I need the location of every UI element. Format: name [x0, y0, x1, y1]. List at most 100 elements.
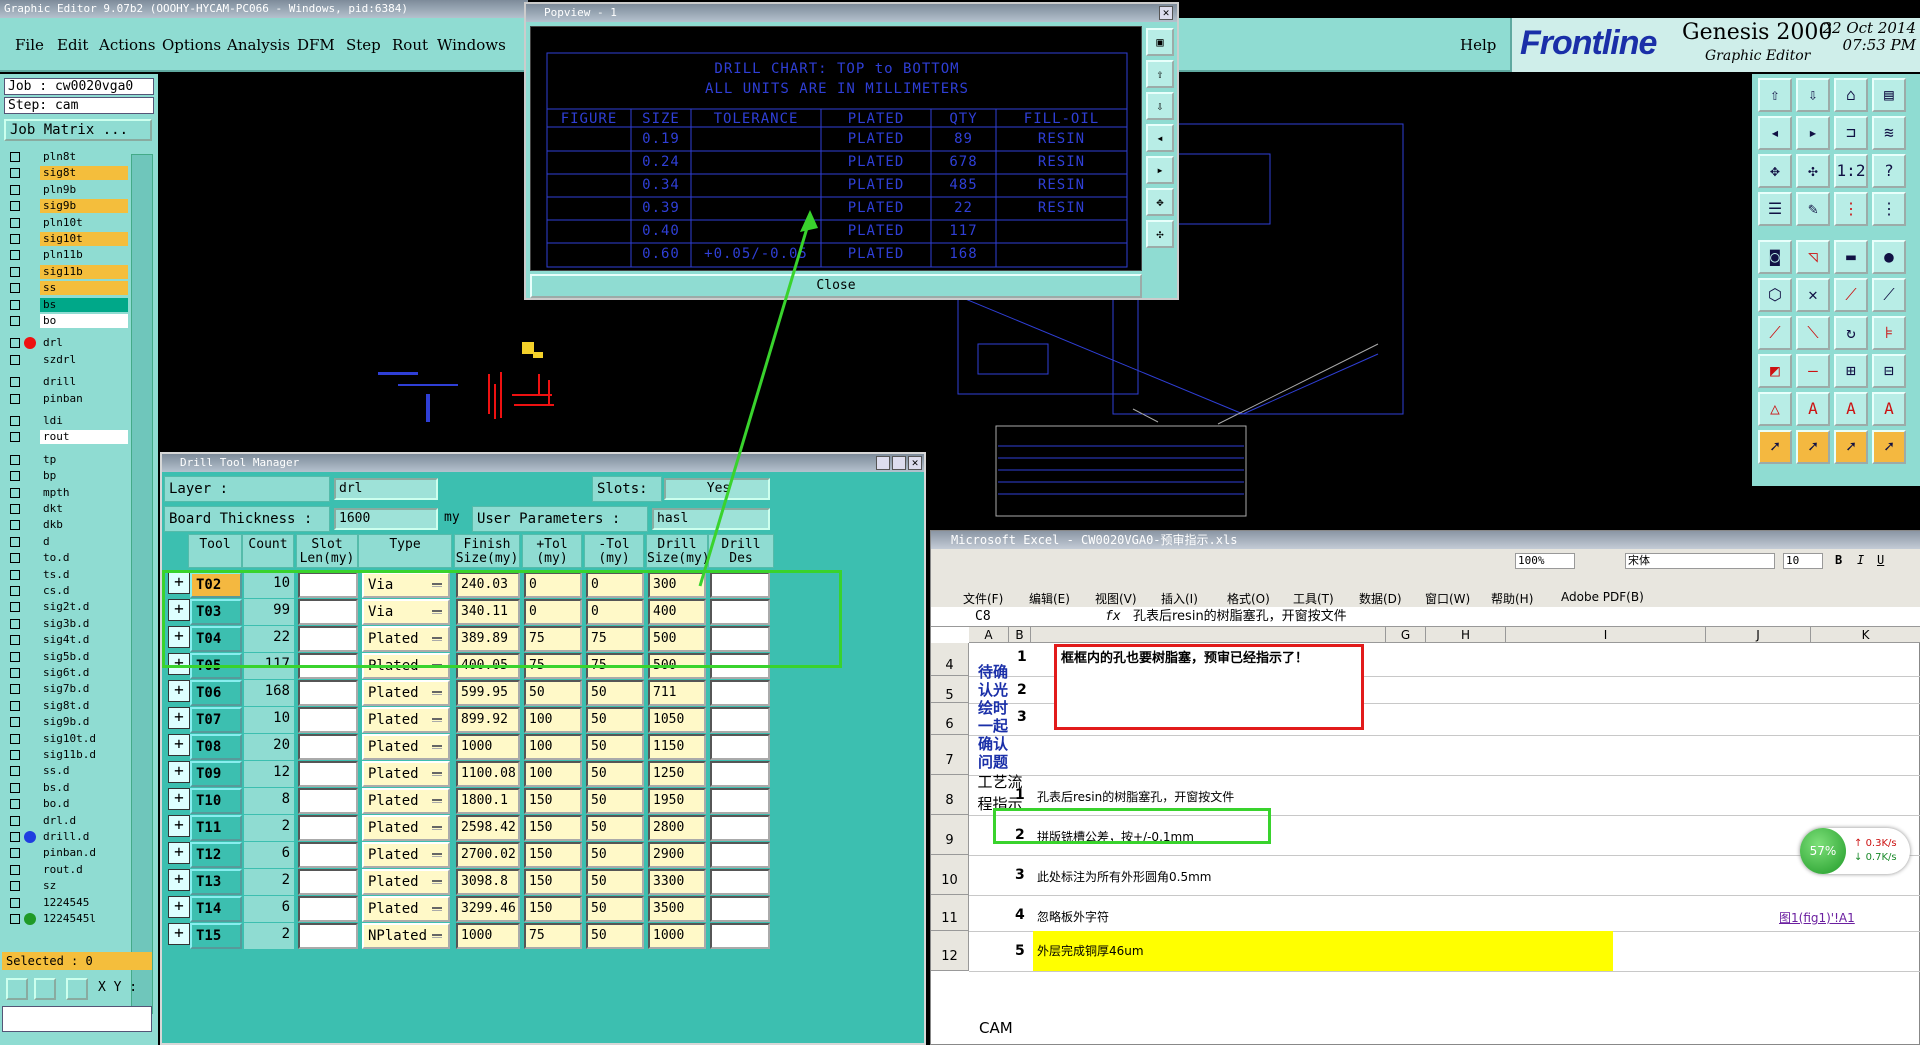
layer-row-d[interactable]: d [6, 534, 128, 549]
layer-row-bo[interactable]: bo [6, 314, 128, 328]
expand-button[interactable]: + [168, 923, 190, 945]
layer-checkbox[interactable] [10, 569, 20, 580]
excel-menu-file[interactable]: 文件(F) [963, 590, 1003, 607]
layer-row-ss[interactable]: ss [6, 281, 128, 296]
type-select[interactable]: Plated [362, 842, 450, 868]
slot-length-input[interactable] [298, 707, 358, 733]
pointer-icon[interactable]: ➚ [1758, 430, 1792, 464]
excel-menu-pdf[interactable]: Adobe PDF(B) [1561, 590, 1644, 604]
excel-menu-insert[interactable]: 插入(I) [1161, 590, 1198, 607]
edit-poly-icon[interactable]: ◹ [1796, 240, 1830, 274]
row-header[interactable]: 7 [931, 735, 969, 775]
layer-row-drill[interactable]: drill [6, 375, 128, 390]
layer-checkbox[interactable] [10, 250, 20, 261]
layer-row-sig7b-d[interactable]: sig7b.d [6, 682, 128, 697]
align-icon[interactable]: ⋮ [1834, 192, 1868, 226]
exit-icon[interactable]: ▤ [1872, 78, 1906, 112]
drill-size-input[interactable]: 1950 [648, 788, 706, 814]
drill-des-input[interactable] [710, 734, 770, 760]
expand-button[interactable]: + [168, 869, 190, 891]
layer-row-pln11b[interactable]: pln11b [6, 248, 128, 263]
finish-size-input[interactable]: 1000 [456, 734, 520, 760]
column-header[interactable]: Finish Size(my) [454, 534, 520, 568]
instruction-text[interactable]: 此处标注为所有外形圆角0.5mm [1037, 868, 1211, 885]
excel-menu-format[interactable]: 格式(O) [1227, 590, 1270, 607]
slot-length-input[interactable] [298, 680, 358, 706]
type-select[interactable]: Plated [362, 734, 450, 760]
tool-name[interactable]: T11 [190, 815, 242, 841]
layer-row-sig6t-d[interactable]: sig6t.d [6, 666, 128, 680]
minus-tol-input[interactable]: 50 [586, 842, 644, 868]
menu-edit[interactable]: Edit [57, 36, 88, 54]
layer-row-to-d[interactable]: to.d [6, 551, 128, 566]
column-header[interactable]: -Tol (my) [584, 534, 644, 568]
layer-checkbox[interactable] [10, 201, 20, 212]
layer-checkbox[interactable] [10, 520, 20, 531]
user-parameters-input[interactable]: hasl [652, 508, 770, 530]
formula-bar[interactable]: C8 fx 孔表后resin的树脂塞孔，开窗按文件 [931, 607, 1920, 627]
line-icon[interactable]: ▬ [1834, 240, 1868, 274]
layer-row-pinban[interactable]: pinban [6, 391, 128, 406]
col-b[interactable]: B [1009, 627, 1031, 643]
text-a2-icon[interactable]: A [1834, 392, 1868, 426]
slot-length-input[interactable] [298, 734, 358, 760]
row-header[interactable]: 12 [931, 931, 969, 971]
font-select[interactable]: 宋体 [1625, 553, 1775, 569]
italic-button[interactable]: I [1857, 553, 1864, 567]
layer-row-sig9b-d[interactable]: sig9b.d [6, 715, 128, 730]
layer-checkbox[interactable] [10, 782, 20, 793]
type-select[interactable]: Plated [362, 707, 450, 733]
drill-des-input[interactable] [710, 707, 770, 733]
minus-icon[interactable]: — [1796, 354, 1830, 388]
help-icon[interactable]: ? [1872, 154, 1906, 188]
excel-menu-tools[interactable]: 工具(T) [1293, 590, 1334, 607]
layer-row-sz[interactable]: sz [6, 879, 128, 894]
drill-des-input[interactable] [710, 815, 770, 841]
node2-icon[interactable]: ⟋ [1872, 278, 1906, 312]
col-j[interactable]: J [1706, 627, 1811, 643]
bold-button[interactable]: B [1835, 553, 1842, 567]
layer-checkbox[interactable] [10, 299, 20, 310]
layer-row-ts-d[interactable]: ts.d [6, 567, 128, 582]
layer-row-bs-d[interactable]: bs.d [6, 780, 128, 795]
layer-row-bp[interactable]: bp [6, 469, 128, 484]
excel-menu-data[interactable]: 数据(D) [1359, 590, 1402, 607]
camera-icon[interactable]: ◙ [1758, 240, 1792, 274]
layer-row-drill-d[interactable]: drill.d [6, 830, 128, 844]
minus-tol-input[interactable]: 50 [586, 869, 644, 895]
column-header[interactable]: +Tol (my) [522, 534, 582, 568]
layer-checkbox[interactable] [10, 832, 20, 842]
layer-row-rout[interactable]: rout [6, 430, 128, 445]
minus-tol-input[interactable]: 50 [586, 680, 644, 706]
pointer4-icon[interactable]: ➚ [1872, 430, 1906, 464]
pen-icon[interactable]: ✎ [1796, 192, 1830, 226]
triangle-icon[interactable]: △ [1758, 392, 1792, 426]
col-c[interactable] [1031, 627, 1386, 643]
diag-icon[interactable]: ⟍ [1796, 316, 1830, 350]
row-header[interactable]: 9 [931, 815, 969, 855]
minus-tol-input[interactable]: 50 [586, 815, 644, 841]
minus-tol-input[interactable]: 50 [586, 896, 644, 922]
finish-size-input[interactable]: 599.95 [456, 680, 520, 706]
plus-tol-input[interactable]: 100 [524, 707, 582, 733]
pointer2-icon[interactable]: ➚ [1796, 430, 1830, 464]
menu-analysis[interactable]: Analysis [227, 36, 290, 54]
layer-row-sig10t[interactable]: sig10t [6, 232, 128, 246]
finish-size-input[interactable]: 2700.02 [456, 842, 520, 868]
pv-down-icon[interactable]: ⇩ [1146, 92, 1174, 120]
tool-name[interactable]: T10 [190, 788, 242, 814]
col-g[interactable]: G [1386, 627, 1426, 643]
col-h[interactable]: H [1426, 627, 1506, 643]
type-select[interactable]: Plated [362, 761, 450, 787]
layer-checkbox[interactable] [10, 815, 20, 826]
row-header[interactable]: 6 [931, 703, 969, 735]
layer-row-bo-d[interactable]: bo.d [6, 797, 128, 812]
slot-length-input[interactable] [298, 788, 358, 814]
layer-checkbox[interactable] [10, 602, 20, 613]
layer-row-tp[interactable]: tp [6, 452, 128, 467]
tool-name[interactable]: T06 [190, 680, 242, 706]
plus-tol-input[interactable]: 75 [524, 923, 582, 949]
save-icon[interactable]: ⇩ [1796, 78, 1830, 112]
plus-tol-input[interactable]: 100 [524, 734, 582, 760]
drill-des-input[interactable] [710, 869, 770, 895]
